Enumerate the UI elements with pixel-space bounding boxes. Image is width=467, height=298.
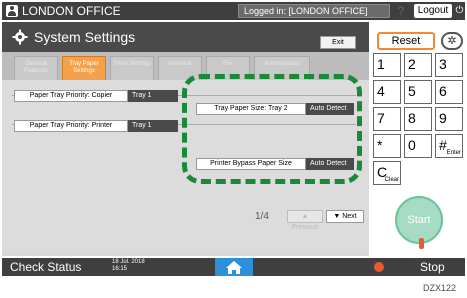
- key-6[interactable]: 6: [435, 80, 463, 104]
- home-button[interactable]: [215, 258, 253, 276]
- setting-label[interactable]: Paper Tray Priority: Copier: [14, 90, 128, 102]
- stop-button[interactable]: Stop: [420, 259, 445, 275]
- key-8[interactable]: 8: [404, 107, 432, 131]
- key-star[interactable]: *: [373, 134, 401, 158]
- key-enter[interactable]: # Enter: [435, 134, 463, 158]
- title-bar: System Settings Exit: [2, 22, 369, 52]
- user-icon: [6, 5, 18, 17]
- setting-printer-priority[interactable]: Paper Tray Priority: Printer Tray 1: [14, 120, 178, 132]
- figure-code: DZX122: [423, 283, 457, 293]
- date-text: 18 Jul. 2018: [112, 259, 145, 265]
- top-bar: LONDON OFFICE Logged in: [LONDON OFFICE]…: [2, 2, 465, 20]
- setting-value: Tray 1: [128, 120, 178, 132]
- key-5[interactable]: 5: [404, 80, 432, 104]
- key-0[interactable]: 0: [404, 134, 432, 158]
- start-button[interactable]: Start: [395, 196, 443, 244]
- logout-button[interactable]: Logout: [414, 4, 452, 18]
- previous-button[interactable]: ▲ Previous: [287, 210, 323, 231]
- setting-value: Tray 1: [128, 90, 178, 102]
- home-icon: [226, 261, 242, 274]
- page-title: System Settings: [34, 29, 136, 45]
- setting-label[interactable]: Paper Tray Priority: Printer: [14, 120, 128, 132]
- time-text: 16:15: [112, 266, 128, 272]
- highlight-dashed-frame: [182, 74, 362, 184]
- office-header: LONDON OFFICE: [6, 4, 121, 18]
- key-2[interactable]: 2: [404, 53, 432, 77]
- key-3[interactable]: 3: [435, 53, 463, 77]
- key-7[interactable]: 7: [373, 107, 401, 131]
- datetime-display: 18 Jul. 2018 16:15: [112, 259, 145, 273]
- key-clear[interactable]: C Clear: [373, 161, 401, 185]
- help-icon[interactable]: ?: [394, 4, 408, 18]
- gear-icon: [12, 29, 28, 45]
- bottom-bar: Check Status 18 Jul. 2018 16:15 Stop: [2, 258, 465, 276]
- tab-tray-paper-settings[interactable]: Tray Paper Settings: [62, 56, 106, 80]
- key-1[interactable]: 1: [373, 53, 401, 77]
- office-name: LONDON OFFICE: [22, 4, 121, 18]
- next-button[interactable]: ▼ Next: [326, 210, 364, 223]
- reset-button[interactable]: Reset: [377, 32, 435, 50]
- power-icon[interactable]: ⏻: [454, 4, 465, 18]
- tab-general-features[interactable]: General Features: [14, 56, 58, 80]
- start-indicator-light: [419, 238, 424, 249]
- page-indicator: 1/4: [255, 211, 269, 222]
- settings-icon[interactable]: ✲: [441, 32, 463, 50]
- stop-icon[interactable]: [374, 262, 384, 272]
- key-9[interactable]: 9: [435, 107, 463, 131]
- exit-button[interactable]: Exit: [320, 36, 356, 49]
- login-status: Logged in: [LONDON OFFICE]: [238, 4, 390, 18]
- setting-copier-priority[interactable]: Paper Tray Priority: Copier Tray 1: [14, 90, 178, 102]
- check-status-button[interactable]: Check Status: [10, 259, 81, 275]
- key-4[interactable]: 4: [373, 80, 401, 104]
- tab-timer-settings[interactable]: Timer Settings: [110, 56, 154, 80]
